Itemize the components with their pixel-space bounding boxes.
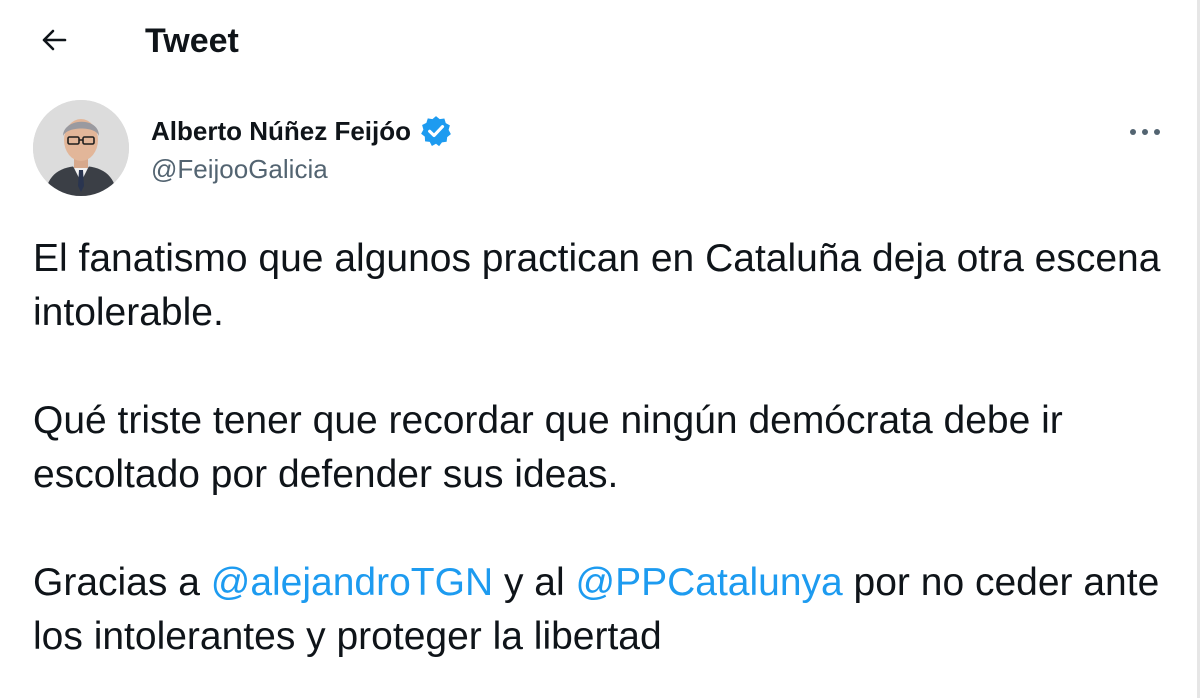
tweet-paragraph-3: Gracias a @alejandroTGN y al @PPCataluny… bbox=[33, 556, 1163, 664]
page-header: Tweet bbox=[0, 0, 1200, 84]
tweet-text-segment: Gracias a bbox=[33, 561, 211, 604]
more-horizontal-icon bbox=[1128, 123, 1162, 141]
mention-link-alejandrotgn[interactable]: @alejandroTGN bbox=[211, 561, 493, 604]
avatar[interactable] bbox=[33, 100, 129, 196]
tweet-text: El fanatismo que algunos practican en Ca… bbox=[33, 232, 1163, 664]
verified-badge-icon bbox=[419, 114, 453, 148]
arrow-left-icon bbox=[40, 28, 68, 57]
tweet-author: Alberto Núñez Feijóo @FeijooGalicia bbox=[0, 96, 1200, 206]
author-name-line: Alberto Núñez Feijóo bbox=[151, 114, 453, 148]
tweet-text-segment: y al bbox=[493, 561, 576, 604]
author-handle[interactable]: @FeijooGalicia bbox=[151, 153, 328, 185]
tweet-paragraph-2: Qué triste tener que recordar que ningún… bbox=[33, 399, 1063, 496]
mention-link-ppcatalunya[interactable]: @PPCatalunya bbox=[575, 561, 842, 604]
tweet-paragraph-1: El fanatismo que algunos practican en Ca… bbox=[33, 237, 1161, 334]
page-title: Tweet bbox=[145, 22, 239, 60]
back-button[interactable] bbox=[34, 22, 74, 62]
author-display-name[interactable]: Alberto Núñez Feijóo bbox=[151, 115, 411, 147]
more-options-button[interactable] bbox=[1118, 114, 1172, 150]
